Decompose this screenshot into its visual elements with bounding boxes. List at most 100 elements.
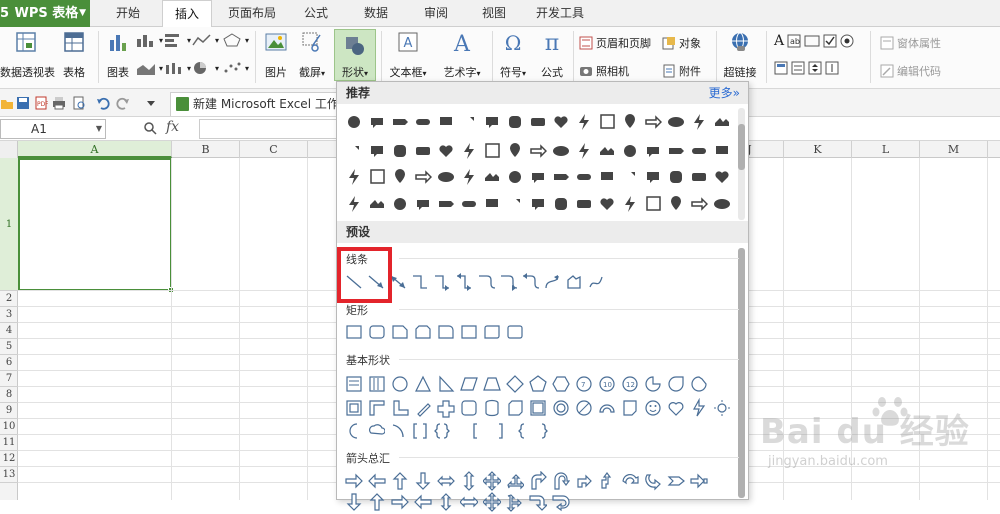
pdf-export-icon[interactable]: PDF bbox=[34, 96, 48, 110]
basic-shape-option-icon[interactable] bbox=[690, 398, 708, 418]
basic-shape-option-icon[interactable] bbox=[667, 398, 685, 418]
row-header-10[interactable]: 10 bbox=[0, 419, 18, 435]
shape-option-icon[interactable] bbox=[529, 167, 547, 187]
tab-home[interactable]: 开始 bbox=[110, 0, 146, 27]
shape-option-icon[interactable] bbox=[598, 141, 616, 161]
basic-shape-option-icon[interactable] bbox=[621, 398, 639, 418]
shape-option-icon[interactable] bbox=[713, 194, 731, 214]
rectangle-shape-option-icon[interactable] bbox=[506, 322, 524, 342]
basic-shape-option-icon[interactable] bbox=[506, 374, 524, 394]
basic-shape-option-icon[interactable] bbox=[414, 374, 432, 394]
basic-shape-option-icon[interactable] bbox=[483, 398, 501, 418]
arrow-shape-option-icon[interactable] bbox=[552, 492, 570, 512]
basic-shape-option-icon[interactable] bbox=[368, 398, 386, 418]
line-shape-option-icon[interactable] bbox=[455, 272, 473, 292]
basic-shape-option-icon[interactable] bbox=[529, 374, 547, 394]
arrow-shape-option-icon[interactable] bbox=[345, 471, 363, 491]
basic-shape-option-icon[interactable]: 12 bbox=[621, 374, 639, 394]
formula-button[interactable]: π 公式 bbox=[535, 30, 569, 80]
tab-review[interactable]: 审阅 bbox=[416, 0, 456, 27]
document-tab[interactable]: 新建 Microsoft Excel 工作表 bbox=[170, 92, 340, 116]
rectangle-shape-option-icon[interactable] bbox=[391, 322, 409, 342]
row-header-7[interactable]: 7 bbox=[0, 371, 18, 387]
arrow-shape-option-icon[interactable] bbox=[414, 471, 432, 491]
rectangle-shape-option-icon[interactable] bbox=[345, 322, 363, 342]
wordart-button[interactable]: A 艺术字▾ bbox=[437, 30, 487, 80]
shape-option-icon[interactable] bbox=[552, 112, 570, 132]
line-shape-option-icon[interactable] bbox=[565, 272, 583, 292]
row-header-12[interactable]: 12 bbox=[0, 451, 18, 467]
scrollbar-control-icon[interactable] bbox=[825, 61, 839, 75]
arrow-shape-option-icon[interactable] bbox=[483, 492, 501, 512]
basic-shape-option-icon[interactable] bbox=[667, 374, 685, 394]
shape-option-icon[interactable] bbox=[483, 167, 501, 187]
basic-shape-option-icon[interactable] bbox=[644, 374, 662, 394]
object-button[interactable]: 对象 bbox=[662, 35, 701, 51]
arrow-shape-option-icon[interactable] bbox=[621, 471, 639, 491]
basic-shape-option-icon[interactable] bbox=[598, 398, 616, 418]
line-shape-option-icon[interactable] bbox=[543, 272, 561, 292]
shape-option-icon[interactable] bbox=[552, 167, 570, 187]
shape-option-icon[interactable] bbox=[575, 112, 593, 132]
line-shape-option-icon[interactable] bbox=[411, 272, 429, 292]
basic-shape-option-icon[interactable] bbox=[391, 398, 409, 418]
shape-option-icon[interactable] bbox=[644, 194, 662, 214]
app-menu-button[interactable]: 5 WPS 表格 ▼ bbox=[0, 0, 90, 27]
arrow-shape-option-icon[interactable] bbox=[483, 471, 501, 491]
shape-option-icon[interactable] bbox=[690, 141, 708, 161]
line-shape-option-icon[interactable] bbox=[367, 272, 385, 292]
shapes-button[interactable]: 形状▾ bbox=[334, 29, 376, 81]
shape-option-icon[interactable] bbox=[690, 194, 708, 214]
basic-shape-option-icon[interactable] bbox=[529, 398, 547, 418]
arrow-shape-option-icon[interactable] bbox=[368, 471, 386, 491]
shape-option-icon[interactable] bbox=[667, 112, 685, 132]
combobox-control-icon[interactable] bbox=[791, 61, 805, 75]
selected-cell-a1[interactable] bbox=[18, 158, 174, 293]
shape-option-icon[interactable] bbox=[621, 112, 639, 132]
rectangle-shape-option-icon[interactable] bbox=[437, 322, 455, 342]
shape-option-icon[interactable] bbox=[667, 141, 685, 161]
arrow-shape-option-icon[interactable] bbox=[667, 471, 685, 491]
shape-option-icon[interactable] bbox=[529, 112, 547, 132]
camera-button[interactable]: 照相机 bbox=[579, 63, 629, 79]
basic-shape-option-icon[interactable] bbox=[460, 398, 478, 418]
column-header-m[interactable]: M bbox=[920, 141, 988, 158]
save-icon[interactable] bbox=[16, 96, 30, 110]
shape-option-icon[interactable] bbox=[598, 112, 616, 132]
radio-control-icon[interactable] bbox=[840, 34, 854, 48]
shape-option-icon[interactable] bbox=[644, 112, 662, 132]
tab-insert[interactable]: 插入 bbox=[162, 0, 212, 28]
attachment-button[interactable]: 附件 bbox=[662, 63, 701, 79]
arrow-shape-option-icon[interactable] bbox=[437, 492, 455, 512]
recommended-scrollbar[interactable] bbox=[738, 108, 745, 220]
arrow-shape-option-icon[interactable] bbox=[391, 471, 409, 491]
arrow-shape-option-icon[interactable] bbox=[345, 492, 363, 512]
preset-scrollbar[interactable] bbox=[738, 248, 745, 498]
shape-option-icon[interactable] bbox=[414, 194, 432, 214]
line-shape-option-icon[interactable] bbox=[345, 272, 363, 292]
redo-icon[interactable] bbox=[116, 96, 130, 110]
shape-option-icon[interactable] bbox=[437, 167, 455, 187]
basic-shape-option-icon[interactable] bbox=[552, 398, 570, 418]
basic-shape-option-icon[interactable] bbox=[411, 421, 429, 441]
shape-option-icon[interactable] bbox=[437, 141, 455, 161]
symbol-button[interactable]: Ω 符号▾ bbox=[495, 30, 531, 80]
arrow-shape-option-icon[interactable] bbox=[460, 492, 478, 512]
basic-shape-option-icon[interactable] bbox=[535, 421, 553, 441]
basic-shape-option-icon[interactable] bbox=[460, 374, 478, 394]
shape-option-icon[interactable] bbox=[345, 194, 363, 214]
tab-developer[interactable]: 开发工具 bbox=[532, 0, 588, 27]
name-box[interactable]: A1 ▼ bbox=[0, 119, 106, 139]
line-shape-option-icon[interactable] bbox=[521, 272, 539, 292]
column-header-c[interactable]: C bbox=[240, 141, 308, 158]
tab-formulas[interactable]: 公式 bbox=[296, 0, 336, 27]
basic-shape-option-icon[interactable] bbox=[467, 421, 485, 441]
zoom-icon[interactable] bbox=[143, 121, 157, 135]
shape-option-icon[interactable] bbox=[437, 112, 455, 132]
shape-option-icon[interactable] bbox=[598, 194, 616, 214]
shape-option-icon[interactable] bbox=[414, 112, 432, 132]
row-header-3[interactable]: 3 bbox=[0, 307, 18, 323]
basic-shape-option-icon[interactable] bbox=[345, 374, 363, 394]
customize-qat-icon[interactable] bbox=[144, 96, 158, 110]
shape-option-icon[interactable] bbox=[575, 167, 593, 187]
